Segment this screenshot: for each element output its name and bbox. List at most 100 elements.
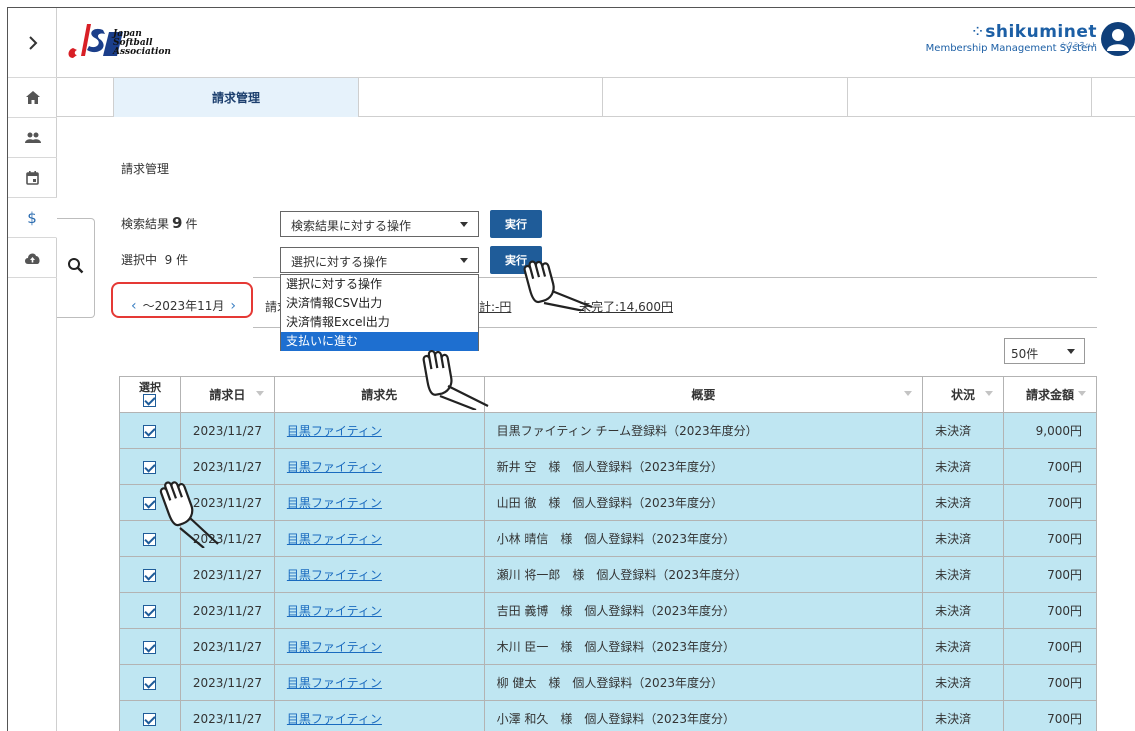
period-navigator: ‹ ～2023年11月 › xyxy=(125,297,242,314)
row-checkbox[interactable] xyxy=(143,604,157,618)
brand-name: ⁘shikuminet xyxy=(926,22,1097,42)
dropdown-option[interactable]: 決済情報Excel出力 xyxy=(281,313,478,332)
billing-to-link[interactable]: 目黒ファイティン xyxy=(287,424,382,438)
row-date: 2023/11/27 xyxy=(179,556,275,593)
row-select-cell xyxy=(119,556,181,593)
sidebar-item-members[interactable] xyxy=(8,118,57,158)
row-date: 2023/11/27 xyxy=(179,412,275,449)
row-status: 未決済 xyxy=(922,484,1004,521)
table-header-row: 選択 請求日 請求先 概要 状況 請求金額 xyxy=(119,376,1097,413)
billing-to-link[interactable]: 目黒ファイティン xyxy=(287,568,382,582)
dropdown-option[interactable]: 決済情報CSV出力 xyxy=(281,294,478,313)
summary-total-link[interactable]: 計:-円 xyxy=(479,300,511,314)
sort-icon xyxy=(1078,391,1086,396)
sort-icon xyxy=(255,391,264,396)
jsa-logo[interactable]: Japan Softball Association xyxy=(63,20,223,66)
row-checkbox[interactable] xyxy=(143,496,157,510)
tab-2[interactable] xyxy=(358,78,602,117)
table-row[interactable]: 2023/11/27 目黒ファイティン 柳 健太 様 個人登録料（2023年度分）未… xyxy=(119,664,1097,701)
row-checkbox[interactable] xyxy=(143,676,157,690)
row-checkbox[interactable] xyxy=(143,568,157,582)
tab-billing[interactable]: 請求管理 xyxy=(113,78,358,117)
row-status: 未決済 xyxy=(922,700,1004,731)
row-checkbox[interactable] xyxy=(143,460,157,474)
per-page-select[interactable]: 50件 xyxy=(1004,338,1085,364)
dropdown-option[interactable]: 選択に対する操作 xyxy=(281,275,478,294)
row-select-cell xyxy=(119,664,181,701)
search-icon xyxy=(67,257,84,277)
table-row[interactable]: 2023/11/27 目黒ファイティン 目黒ファイティン チーム登録料（2023年度… xyxy=(119,412,1097,449)
row-date: 2023/11/27 xyxy=(179,628,275,665)
row-amount: 700円 xyxy=(1003,592,1097,629)
user-avatar-button[interactable] xyxy=(1101,22,1135,56)
col-amount[interactable]: 請求金額 xyxy=(1003,376,1097,413)
table-row[interactable]: 2023/11/27 目黒ファイティン 吉田 義博 様 個人登録料（2023年度分）… xyxy=(119,592,1097,629)
row-select-cell xyxy=(119,592,181,629)
next-period-button[interactable]: › xyxy=(230,298,236,314)
period-label: ～2023年11月 xyxy=(142,299,225,313)
caret-down-icon xyxy=(1067,349,1075,354)
col-date-label: 請求日 xyxy=(209,388,246,402)
billing-to-link[interactable]: 目黒ファイティン xyxy=(287,496,382,510)
pointer-hand-icon xyxy=(159,481,219,548)
col-select-label: 選択 xyxy=(138,381,161,394)
row-summary: 瀬川 将一郎 様 個人登録料（2023年度分） xyxy=(483,556,924,593)
table-row[interactable]: 2023/11/27 目黒ファイティン 小澤 和久 様 個人登録料（2023年度分）… xyxy=(119,700,1097,731)
result-action-select[interactable]: 検索結果に対する操作 xyxy=(280,211,479,237)
sidebar-item-events[interactable] xyxy=(8,158,57,198)
select-all-checkbox[interactable] xyxy=(143,394,157,407)
row-amount: 700円 xyxy=(1003,448,1097,485)
summary-total[interactable]: 計:-円 xyxy=(479,298,511,315)
table-row[interactable]: 2023/11/27 目黒ファイティン 瀬川 将一郎 様 個人登録料（2023年度分… xyxy=(119,556,1097,593)
row-amount: 700円 xyxy=(1003,628,1097,665)
row-summary: 小澤 和久 様 個人登録料（2023年度分） xyxy=(483,700,924,731)
selected-action-select[interactable]: 選択に対する操作 xyxy=(280,247,479,273)
app-header: Japan Softball Association ⁘shikuminet M… xyxy=(57,8,1135,78)
col-select[interactable]: 選択 xyxy=(119,376,181,413)
sidebar-item-upload[interactable] xyxy=(8,238,57,278)
row-status: 未決済 xyxy=(922,412,1004,449)
sidebar-expand-button[interactable] xyxy=(8,8,57,78)
sidebar-item-home[interactable] xyxy=(8,78,57,118)
billing-to-link[interactable]: 目黒ファイティン xyxy=(287,640,382,654)
brand-mark-icon: ⁘ xyxy=(970,22,986,42)
row-summary: 吉田 義博 様 個人登録料（2023年度分） xyxy=(483,592,924,629)
row-billing-to: 目黒ファイティン xyxy=(273,664,485,701)
table-row[interactable]: 2023/11/27 目黒ファイティン 新井 空 様 個人登録料（2023年度分）未… xyxy=(119,448,1097,485)
table-row[interactable]: 2023/11/27 目黒ファイティン 木川 臣一 様 個人登録料（2023年度分）… xyxy=(119,628,1097,665)
row-checkbox[interactable] xyxy=(143,532,157,546)
billing-to-link[interactable]: 目黒ファイティン xyxy=(287,712,382,726)
col-status[interactable]: 状況 xyxy=(922,376,1004,413)
tab-5 xyxy=(1091,78,1135,117)
col-summary[interactable]: 概要 xyxy=(483,376,924,413)
billing-to-link[interactable]: 目黒ファイティン xyxy=(287,532,382,546)
table-row[interactable]: 2023/11/27 目黒ファイティン 山田 徹 様 個人登録料（2023年度分）未… xyxy=(119,484,1097,521)
selected-action-value: 選択に対する操作 xyxy=(291,255,388,269)
billing-to-link[interactable]: 目黒ファイティン xyxy=(287,676,382,690)
tab-4[interactable] xyxy=(847,78,1091,117)
row-checkbox[interactable] xyxy=(143,424,157,438)
row-summary: 新井 空 様 個人登録料（2023年度分） xyxy=(483,448,924,485)
row-status: 未決済 xyxy=(922,520,1004,557)
row-billing-to: 目黒ファイティン xyxy=(273,412,485,449)
prev-period-button[interactable]: ‹ xyxy=(131,298,137,314)
row-checkbox[interactable] xyxy=(143,712,157,726)
row-select-cell xyxy=(119,700,181,731)
col-date[interactable]: 請求日 xyxy=(179,376,275,413)
billing-to-link[interactable]: 目黒ファイティン xyxy=(287,460,382,474)
row-amount: 700円 xyxy=(1003,664,1097,701)
tab-3[interactable] xyxy=(602,78,847,117)
col-summary-label: 概要 xyxy=(691,388,716,402)
result-exec-button[interactable]: 実行 xyxy=(490,210,542,238)
sidebar-item-billing[interactable]: $ xyxy=(8,198,57,238)
table-row[interactable]: 2023/11/27 目黒ファイティン 小林 晴信 様 個人登録料（2023年度分）… xyxy=(119,520,1097,557)
app-frame: $ Japan Softball Association ⁘shikuminet… xyxy=(7,7,1135,731)
row-billing-to: 目黒ファイティン xyxy=(273,700,485,731)
row-amount: 9,000円 xyxy=(1003,412,1097,449)
billing-to-link[interactable]: 目黒ファイティン xyxy=(287,604,382,618)
row-summary: 目黒ファイティン チーム登録料（2023年度分） xyxy=(483,412,924,449)
row-checkbox[interactable] xyxy=(143,640,157,654)
search-panel-toggle[interactable] xyxy=(57,218,95,318)
page-title: 請求管理 xyxy=(121,162,170,176)
col-status-label: 状況 xyxy=(951,388,976,402)
